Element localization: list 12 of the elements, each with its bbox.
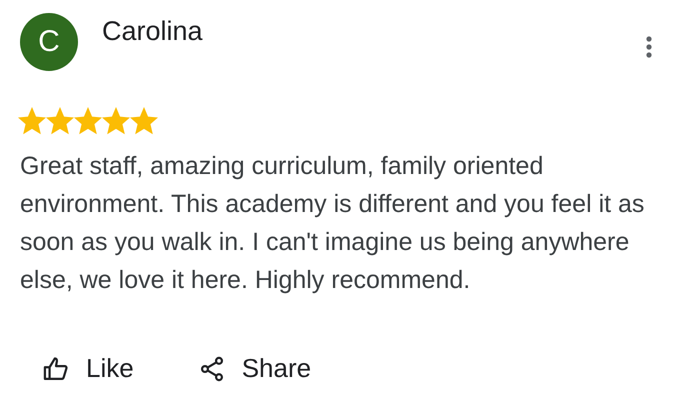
share-button[interactable]: Share <box>198 353 312 384</box>
star-icon <box>102 107 130 135</box>
like-button[interactable]: Like <box>42 353 134 384</box>
star-icon <box>46 107 74 135</box>
star-icon <box>130 107 158 135</box>
thumbs-up-icon <box>42 354 70 382</box>
author-name: Carolina <box>102 16 204 47</box>
star-icon <box>74 107 102 135</box>
star-icon <box>18 107 46 135</box>
avatar: C <box>20 13 78 71</box>
more-options-icon[interactable] <box>645 35 653 59</box>
review-text: Great staff, amazing curriculum, family oriented environment. This academy is different and you feel it as soon as you walk in. I can't imagine us being anywhere else, we love it here. Highly recommend. <box>20 151 646 296</box>
